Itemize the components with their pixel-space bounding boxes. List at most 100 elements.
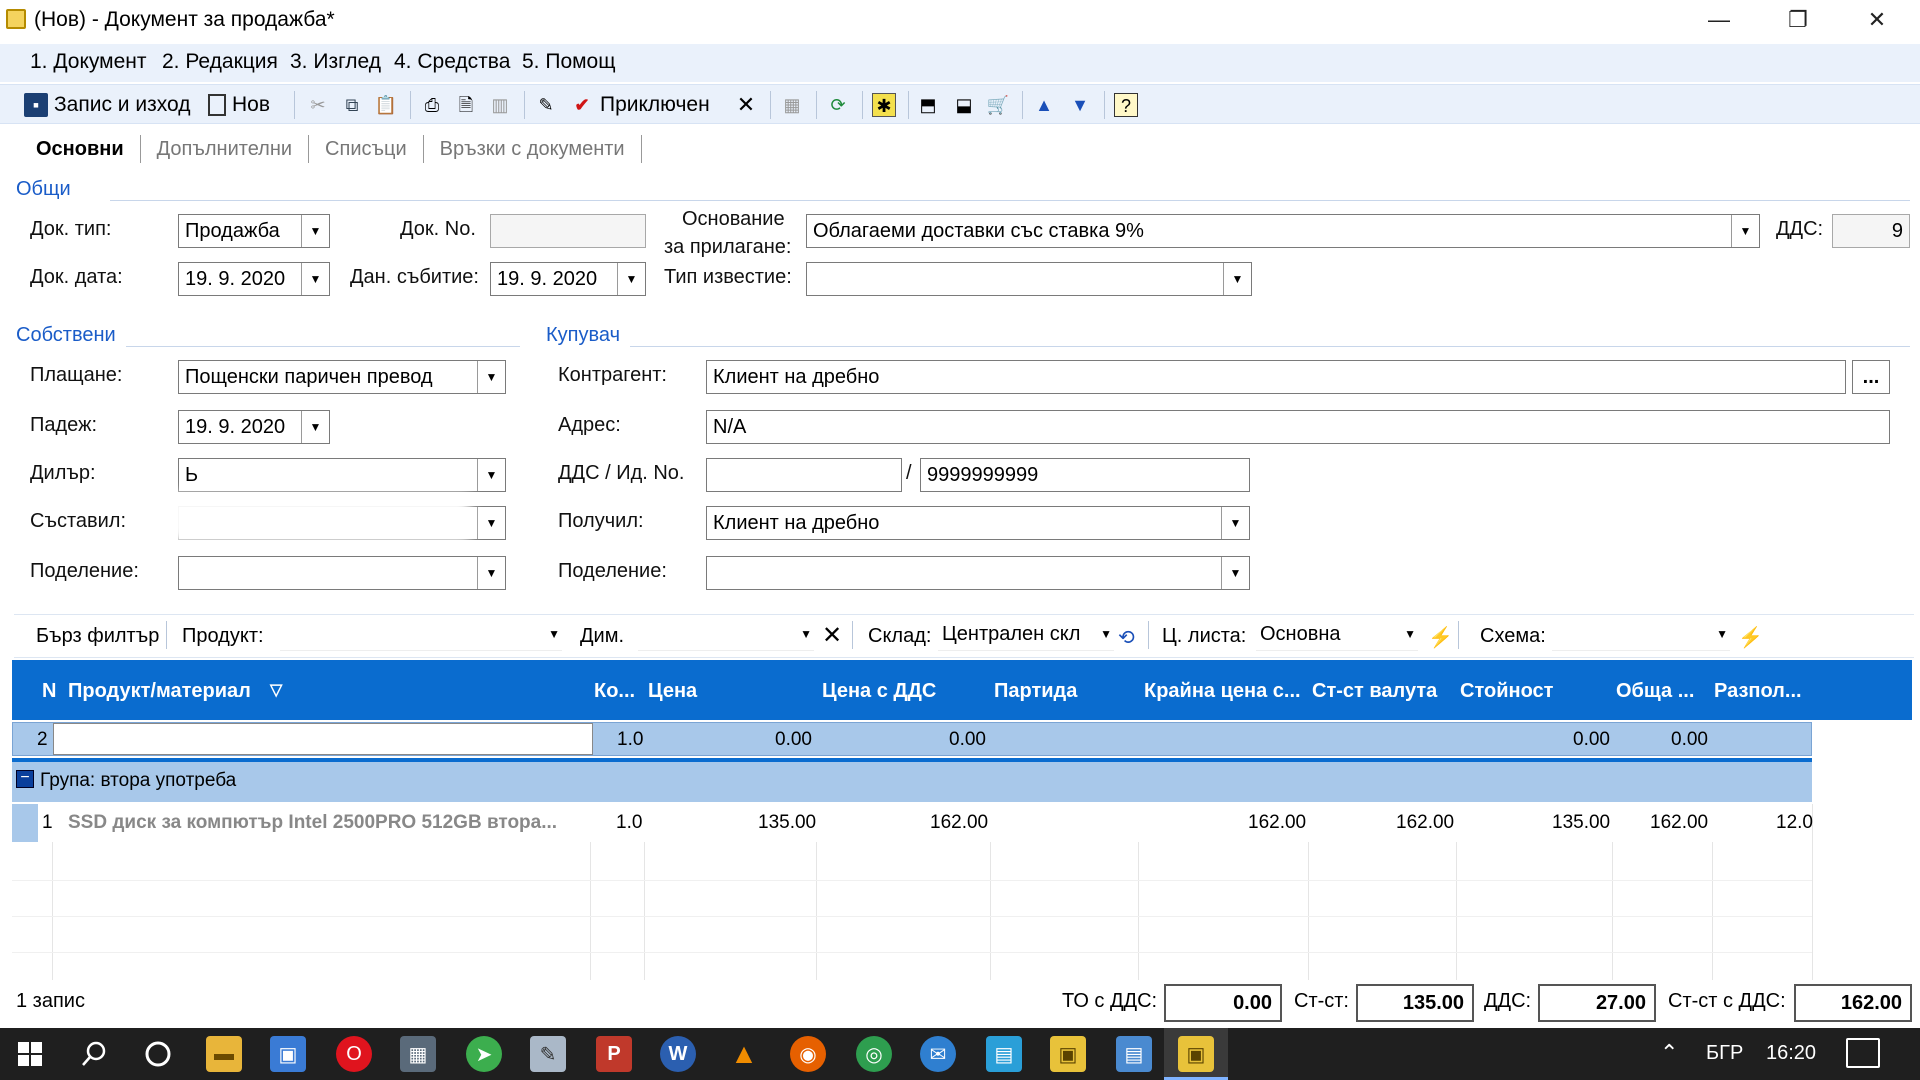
- id-number-field[interactable]: 9999999999: [920, 458, 1250, 492]
- help-icon[interactable]: ?: [1114, 89, 1138, 121]
- new-entry-row[interactable]: 2 1.0 0.00 0.00 0.00 0.00: [12, 722, 1812, 756]
- cart-icon[interactable]: 🛒: [986, 89, 1010, 121]
- language-indicator[interactable]: БГР: [1706, 1042, 1743, 1065]
- refresh-icon[interactable]: ⟳: [826, 89, 850, 121]
- payment-select[interactable]: Пощенски паричен превод ▼: [178, 360, 506, 394]
- active-sales-doc-icon[interactable]: ▣: [1178, 1036, 1214, 1072]
- network-app-icon[interactable]: ▣: [270, 1036, 306, 1072]
- menu-document[interactable]: 1. Документ: [30, 50, 147, 74]
- task-view-icon[interactable]: [140, 1036, 176, 1072]
- contractor-browse-button[interactable]: ...: [1852, 360, 1890, 394]
- col-final-price[interactable]: Крайна цена с...: [1144, 680, 1301, 703]
- remote-app-icon[interactable]: ▤: [1116, 1036, 1152, 1072]
- telegram-icon[interactable]: ➤: [466, 1036, 502, 1072]
- tab-additional[interactable]: Допълнителни: [141, 135, 310, 163]
- own-division-select[interactable]: ▼: [178, 556, 506, 590]
- col-available[interactable]: Разпол...: [1714, 680, 1802, 703]
- col-total[interactable]: Обща ...: [1616, 680, 1694, 703]
- quick-filter-button[interactable]: Бърз филтър: [36, 625, 159, 648]
- tab-lists[interactable]: Списъци: [309, 135, 424, 163]
- dealer-select[interactable]: Ь ▼: [178, 458, 506, 492]
- filter-funnel-icon[interactable]: ▽: [270, 680, 282, 700]
- contractor-field[interactable]: Клиент на дребно: [706, 360, 1846, 394]
- group-row[interactable]: − Група: втора употреба: [12, 758, 1812, 802]
- thunderbird-icon[interactable]: ✉: [920, 1036, 956, 1072]
- menu-help[interactable]: 5. Помощ: [522, 50, 616, 74]
- collapse-icon[interactable]: −: [16, 770, 34, 788]
- paste-icon[interactable]: 📋: [374, 89, 398, 121]
- buyer-division-select[interactable]: ▼: [706, 556, 1250, 590]
- product-filter-input[interactable]: ▼: [280, 623, 562, 651]
- menu-view[interactable]: 3. Изглед: [290, 50, 381, 74]
- col-product[interactable]: Продукт/материал: [68, 680, 251, 703]
- vlc-icon[interactable]: ▲: [726, 1036, 762, 1072]
- col-quantity[interactable]: Ко...: [594, 680, 635, 703]
- basis-select[interactable]: Облагаеми доставки със ставка 9% ▼: [806, 214, 1760, 248]
- col-price[interactable]: Цена: [648, 680, 697, 703]
- closed-button[interactable]: ✔ Приключен: [570, 89, 709, 121]
- pages-icon[interactable]: ⬓: [952, 89, 976, 121]
- calculator-app-icon[interactable]: ▦: [400, 1036, 436, 1072]
- tab-document-links[interactable]: Връзки с документи: [424, 135, 642, 163]
- col-n[interactable]: N: [42, 680, 56, 703]
- due-date-picker[interactable]: 19. 9. 2020 ▼: [178, 410, 330, 444]
- file-explorer-icon[interactable]: ▬: [206, 1036, 242, 1072]
- schema-select[interactable]: ▼: [1552, 623, 1730, 651]
- calculator-icon[interactable]: ▦: [780, 89, 804, 121]
- chrome-icon[interactable]: ◎: [856, 1036, 892, 1072]
- word-icon[interactable]: W: [660, 1036, 696, 1072]
- paint-icon[interactable]: ✎: [530, 1036, 566, 1072]
- new-product-input[interactable]: [53, 723, 593, 755]
- arrow-down-icon[interactable]: ▼: [1068, 89, 1092, 121]
- doc-date-picker[interactable]: 19. 9. 2020 ▼: [178, 262, 330, 296]
- menu-tools[interactable]: 4. Средства: [394, 50, 510, 74]
- col-price-vat[interactable]: Цена с ДДС: [822, 680, 936, 703]
- received-select[interactable]: Клиент на дребно ▼: [706, 506, 1250, 540]
- new-button[interactable]: Нов: [208, 89, 270, 121]
- windows-start-icon[interactable]: [12, 1036, 48, 1072]
- notice-type-select[interactable]: ▼: [806, 262, 1252, 296]
- price-list-select[interactable]: Основна ▼: [1256, 623, 1418, 651]
- dim-filter-input[interactable]: ▼: [638, 623, 814, 651]
- business-app-icon[interactable]: ▣: [1050, 1036, 1086, 1072]
- col-currency-value[interactable]: Ст-ст валута: [1312, 680, 1437, 703]
- table-row[interactable]: 1 SSD диск за компютър Intel 2500PRO 512…: [12, 804, 1813, 842]
- arrow-up-icon[interactable]: ▲: [1032, 89, 1056, 121]
- minimize-button[interactable]: —: [1684, 0, 1754, 40]
- close-button[interactable]: ✕: [1842, 0, 1912, 40]
- run-icon[interactable]: ⚡: [1428, 625, 1453, 650]
- doc-type-select[interactable]: Продажба ▼: [178, 214, 330, 248]
- print-preview-icon[interactable]: 🗎: [454, 89, 478, 121]
- firefox-icon[interactable]: ◉: [790, 1036, 826, 1072]
- export-icon[interactable]: ▥: [488, 89, 512, 121]
- warehouse-select[interactable]: Централен скл ▼: [938, 623, 1114, 651]
- tax-event-date-picker[interactable]: 19. 9. 2020 ▼: [490, 262, 646, 296]
- row-selector[interactable]: [12, 804, 38, 842]
- edit-note-icon[interactable]: ✎: [534, 89, 558, 121]
- cancel-x-icon[interactable]: ✕: [734, 89, 758, 121]
- app-tiles-icon[interactable]: ▤: [986, 1036, 1022, 1072]
- search-icon[interactable]: [76, 1036, 112, 1072]
- address-field[interactable]: N/A: [706, 410, 1890, 444]
- schema-run-icon[interactable]: ⚡: [1738, 625, 1763, 650]
- copy-icon[interactable]: ⧉: [340, 89, 364, 121]
- star-icon[interactable]: ✱: [872, 89, 896, 121]
- sync-icon[interactable]: ⟲: [1118, 625, 1135, 650]
- chevron-up-icon[interactable]: ⌃: [1660, 1040, 1678, 1066]
- cut-icon[interactable]: ✂: [306, 89, 330, 121]
- page-icon[interactable]: ⬒: [916, 89, 940, 121]
- col-value[interactable]: Стойност: [1460, 680, 1553, 703]
- clock[interactable]: 16:20: [1766, 1042, 1816, 1065]
- doc-no-field[interactable]: [490, 214, 646, 248]
- tab-main[interactable]: Основни: [20, 135, 141, 163]
- print-icon[interactable]: ⎙: [420, 89, 444, 121]
- powerpoint-icon[interactable]: P: [596, 1036, 632, 1072]
- vat-number-field[interactable]: [706, 458, 902, 492]
- save-exit-button[interactable]: ▪ Запис и изход: [24, 89, 190, 121]
- restore-button[interactable]: ❐: [1763, 0, 1833, 40]
- col-batch[interactable]: Партида: [994, 680, 1077, 703]
- vat-rate-field[interactable]: 9: [1832, 214, 1910, 248]
- clear-filter-icon[interactable]: ✕: [822, 621, 842, 650]
- opera-icon[interactable]: O: [336, 1036, 372, 1072]
- menu-edit[interactable]: 2. Редакция: [162, 50, 278, 74]
